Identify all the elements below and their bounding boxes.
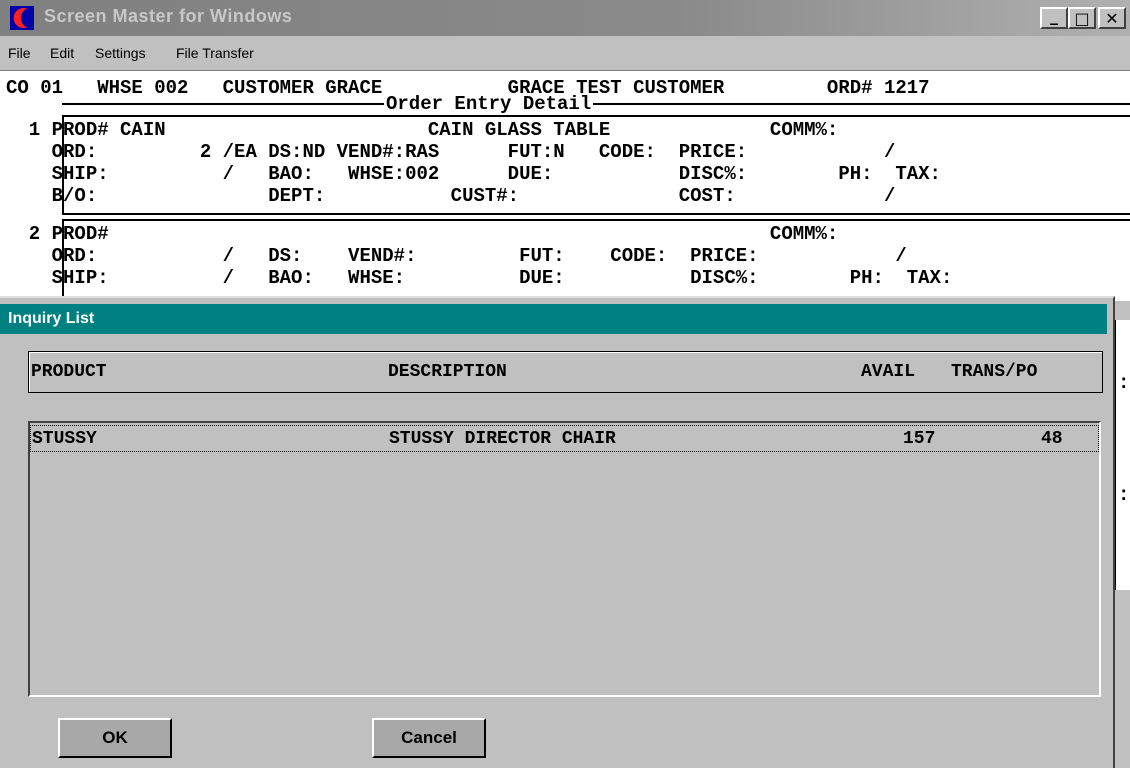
menu-file[interactable]: File — [8, 45, 31, 61]
section-divider — [62, 103, 1130, 105]
list-header: PRODUCT DESCRIPTION AVAIL TRANS/PO — [28, 351, 1103, 393]
column-header-product[interactable]: PRODUCT — [31, 362, 107, 382]
cancel-button[interactable]: Cancel — [372, 718, 486, 758]
side-fragment-2: : — [1118, 484, 1130, 506]
inquiry-list-dialog: Inquiry List PRODUCT DESCRIPTION AVAIL T… — [0, 296, 1115, 768]
row-trans-po: 48 — [1041, 429, 1063, 449]
close-button[interactable]: ✕ — [1098, 7, 1126, 29]
item2-line1: 2 PROD# COMM%: — [6, 223, 839, 245]
item2-line2: ORD: / DS: VEND#: FUT: CODE: PRICE: / — [6, 245, 907, 267]
column-header-description[interactable]: DESCRIPTION — [388, 362, 507, 382]
row-avail: 157 — [903, 429, 936, 449]
close-icon: ✕ — [1105, 8, 1119, 28]
item1-line1: 1 PROD# CAIN CAIN GLASS TABLE COMM%: — [6, 119, 839, 141]
window-title: Screen Master for Windows — [44, 6, 293, 26]
side-fragment-1: : — [1118, 372, 1130, 394]
item1-line3: SHIP: / BAO: WHSE:002 DUE: DISC%: PH: TA… — [6, 163, 941, 185]
item1-line2: ORD: 2 /EA DS:ND VEND#:RAS FUT:N CODE: P… — [6, 141, 896, 163]
terminal-screen: CO 01 WHSE 002 CUSTOMER GRACE GRACE TEST… — [0, 71, 1130, 301]
cancel-button-label: Cancel — [401, 728, 457, 747]
ok-button[interactable]: OK — [58, 718, 172, 758]
column-header-avail[interactable]: AVAIL — [861, 362, 915, 382]
item1-line4: B/O: DEPT: CUST#: COST: / — [6, 185, 896, 207]
app-logo-icon[interactable] — [10, 6, 34, 30]
title-bar: Screen Master for Windows _ □ ✕ — [0, 0, 1130, 36]
inquiry-listbox[interactable]: STUSSY STUSSY DIRECTOR CHAIR 157 48 — [28, 421, 1101, 697]
section-title: Order Entry Detail — [384, 93, 594, 115]
ok-button-label: OK — [102, 728, 128, 747]
minimize-button[interactable]: _ — [1040, 5, 1068, 29]
column-header-trans-po[interactable]: TRANS/PO — [951, 362, 1037, 382]
maximize-button[interactable]: □ — [1068, 7, 1096, 29]
dialog-title: Inquiry List — [0, 304, 1107, 334]
menu-settings[interactable]: Settings — [95, 45, 146, 61]
maximize-icon: □ — [1074, 8, 1090, 28]
background-side-strip: : : — [1115, 320, 1130, 590]
row-product: STUSSY — [32, 429, 97, 449]
menu-file-transfer[interactable]: File Transfer — [176, 45, 254, 61]
list-item[interactable]: STUSSY STUSSY DIRECTOR CHAIR 157 48 — [30, 425, 1099, 452]
item2-line3: SHIP: / BAO: WHSE: DUE: DISC%: PH: TAX: — [6, 267, 953, 289]
menu-edit[interactable]: Edit — [50, 45, 74, 61]
row-description: STUSSY DIRECTOR CHAIR — [389, 429, 616, 449]
menu-bar: File Edit Settings File Transfer — [0, 36, 1130, 71]
minimize-icon: _ — [1050, 5, 1058, 25]
